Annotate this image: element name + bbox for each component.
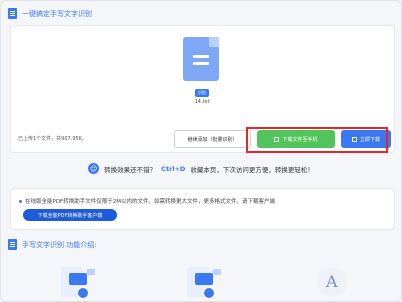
upload-summary: 已上传1个文件，共907.95K。	[18, 136, 87, 142]
promo-prefix: 转换效果还不错？	[104, 165, 157, 174]
file-name: 14.txt	[194, 99, 210, 105]
section-header: 一键搞定手写文字识别	[8, 8, 92, 19]
promo-shortcut: Ctrl+D	[161, 164, 186, 173]
bullet-icon	[19, 199, 22, 203]
continue-add-button[interactable]: 继续添加（批量识别）	[174, 130, 251, 148]
download-client-button[interactable]: 下载全能PDF转换助手客户端	[23, 209, 117, 221]
promo-suffix: 收藏本页，下次访问更方便，转换更轻松！	[190, 165, 314, 174]
document-icon	[8, 8, 17, 19]
feature-illustration-3: A	[309, 263, 357, 301]
smile-icon: ☺	[88, 163, 100, 174]
text-icon: A	[326, 272, 338, 291]
client-notice: 在线版全能PDF转换助手文件仅限于2M以内的文件，如需转换更大文件，更多格式文件…	[10, 188, 395, 230]
feature-intro-header: 手写文字识别 功能介绍:	[8, 239, 97, 250]
feature-illustration-1	[51, 263, 99, 301]
main-panel: 一键搞定手写文字识别 识别 14.txt 已上传1个文件，共907.95K。 继…	[0, 0, 402, 302]
upload-icon	[203, 287, 215, 299]
bookmark-promo: ☺ 转换效果还不错？ Ctrl+D 收藏本页，下次访问更方便，转换更轻松！	[1, 163, 401, 174]
file-icon[interactable]	[183, 37, 219, 81]
edit-icon	[77, 287, 89, 299]
file-status-badge: 识别	[195, 89, 209, 97]
feature-intro-title: 手写文字识别 功能介绍:	[22, 240, 97, 249]
document-icon	[8, 239, 17, 250]
highlight-box	[246, 127, 388, 153]
notice-text: 在线版全能PDF转换助手文件仅限于2M以内的文件，如需转换更大文件，更多格式文件…	[25, 199, 275, 205]
section-title: 一键搞定手写文字识别	[22, 9, 92, 18]
feature-illustration-2	[177, 263, 225, 301]
